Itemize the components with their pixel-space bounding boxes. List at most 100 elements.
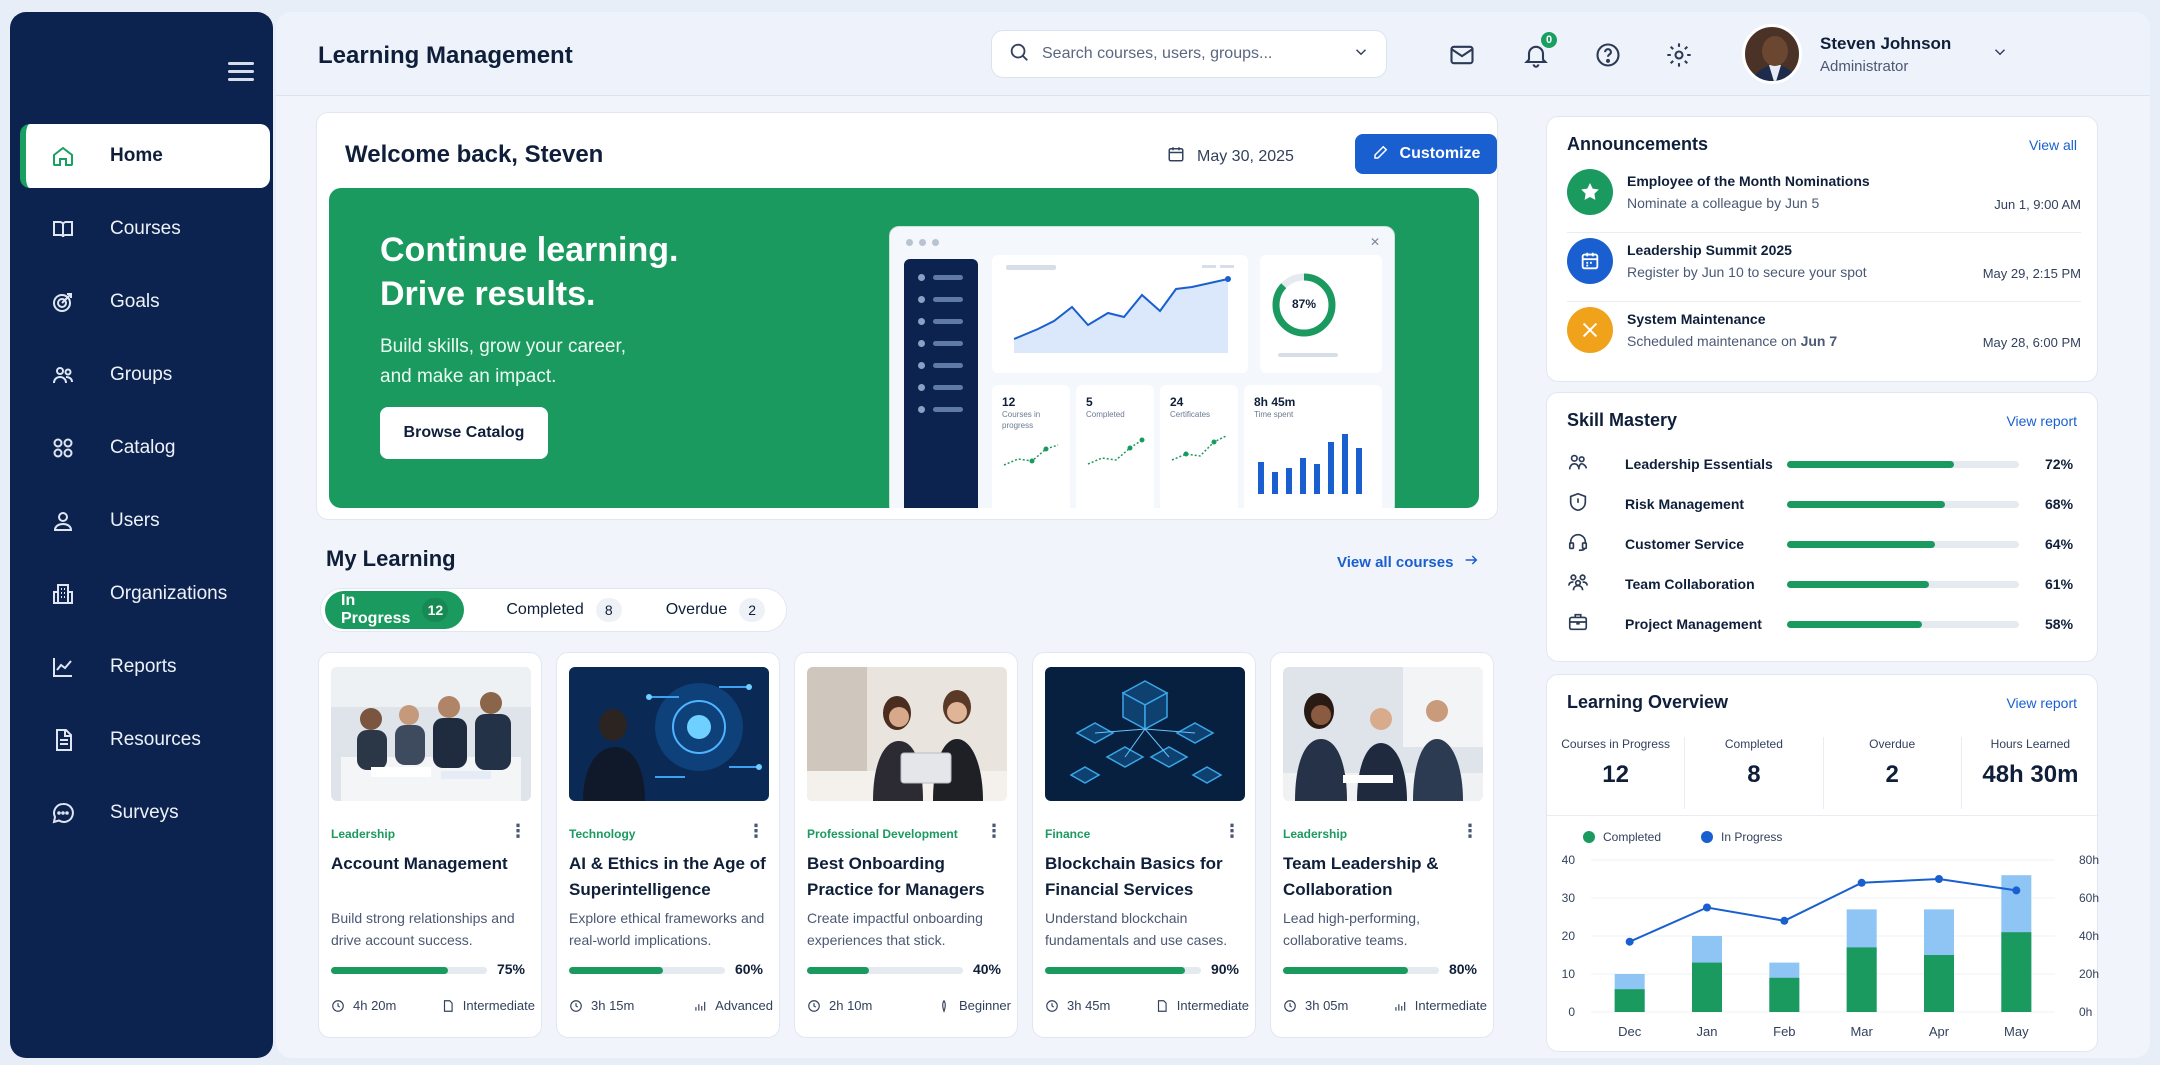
level-text: Intermediate [1176,998,1249,1013]
more-icon[interactable]: ⋮ [1461,822,1479,840]
learning-tabs: In Progress 12 Completed 8 Overdue 2 [320,588,787,632]
level: Advanced [693,998,773,1013]
mock-stat-caption: Courses in progress [1002,410,1041,430]
user-menu[interactable]: Steven Johnson Administrator [1742,24,2009,84]
skill-percent: 58% [2045,616,2074,632]
sidebar-item-reports[interactable]: Reports [20,635,270,699]
announcements-card: Announcements View all Employee of the M… [1546,116,2098,382]
skill-row: Team Collaboration 61% [1567,568,2081,600]
hero-subtitle-line: and make an impact. [380,366,557,387]
arrow-right-icon [1453,552,1479,572]
hours-point [2012,886,2021,895]
bar-completed [1614,989,1645,1012]
more-icon[interactable]: ⋮ [747,822,765,840]
skill-name: Project Management [1625,616,1762,632]
sidebar-item-label: Catalog [110,437,176,458]
tab-completed[interactable]: Completed 8 [490,591,637,629]
mock-sidebar [904,259,978,508]
hours-point [1857,878,1866,887]
sidebar-item-goals[interactable]: Goals [20,270,270,334]
skill-bar-fill [1787,540,1936,548]
skill-row: Risk Management 68% [1567,488,2081,520]
search-box[interactable] [991,30,1387,78]
announcement-subtitle: Register by Jun 10 to secure your spot [1627,264,1867,280]
stat-label: Completed [1724,737,1783,751]
course-title: Team Leadership & Collaboration [1283,854,1439,899]
course-card[interactable]: Professional Development ⋮ Best Onboardi… [794,652,1018,1038]
progress-bar [807,967,963,974]
skill-bar [1787,620,2019,628]
course-card[interactable]: Leadership ⋮ Account Management Build st… [318,652,542,1038]
shield-icon [1567,491,1593,518]
stat-label: Hours Learned [1990,737,2071,751]
sidebar-item-users[interactable]: Users [20,489,270,553]
avatar [1742,24,1802,84]
y-right-tick-label: 80h [2079,853,2099,867]
x-tick-label: Mar [1850,1024,1873,1039]
sidebar-item-catalog[interactable]: Catalog [20,416,270,480]
menu-icon[interactable] [228,62,254,82]
announcement-item[interactable]: Employee of the Month Nominations Nomina… [1567,169,2081,233]
duration: 2h 10m [807,998,872,1013]
skill-row: Leadership Essentials 72% [1567,448,2081,480]
help-icon[interactable] [1593,40,1623,70]
hero-heading-line: Continue learning. [380,231,679,269]
overview-chart-svg: 0 10 20 30 40 0h 20h 40h 60h 80h Dec Jan Feb Mar Apr Ma… [1562,853,2099,1039]
y-left-tick-label: 40 [1562,853,1576,867]
progress-percent: 40% [972,961,1001,977]
mail-icon[interactable] [1447,40,1477,70]
more-icon[interactable]: ⋮ [509,822,527,840]
tab-count: 8 [595,598,622,622]
tab-label: In Progress [341,592,411,627]
sidebar-item-label: Reports [110,656,177,677]
sidebar-item-organizations[interactable]: Organizations [20,562,270,626]
view-all-courses-link[interactable]: View all courses [1337,552,1479,572]
chat-icon [50,800,76,826]
sidebar-item-home[interactable]: Home [20,124,270,188]
stat-hours-learned: Hours Learned 48h 30m [1962,737,2099,809]
announcement-item[interactable]: Leadership Summit 2025 Register by Jun 1… [1567,238,2081,302]
chart-legend: Completed In Progress [1583,830,1822,844]
search-input[interactable] [1042,45,1352,63]
card-title: Skill Mastery [1567,410,1678,430]
stat-label: Courses in Progress [1561,737,1670,751]
announcement-item[interactable]: System Maintenance Scheduled maintenance… [1567,307,2081,371]
user-name: Steven Johnson [1820,33,1952,53]
course-card[interactable]: Technology ⋮ AI & Ethics in the Age of S… [556,652,780,1038]
course-card[interactable]: Leadership ⋮ Team Leadership & Collabora… [1270,652,1494,1038]
customize-button[interactable]: Customize [1355,134,1497,174]
calendar-icon [1167,145,1197,168]
sidebar-item-surveys[interactable]: Surveys [20,781,270,845]
tab-in-progress[interactable]: In Progress 12 [325,591,465,629]
announcement-time: May 29, 2:15 PM [1982,266,2081,281]
search-icon [1008,41,1030,68]
duration-text: 3h 45m [1067,998,1111,1013]
course-meta: 4h 20m Intermediate [331,998,535,1013]
tab-count: 2 [739,598,766,622]
gear-icon[interactable] [1664,40,1694,70]
y-right-tick-label: 20h [2079,967,2099,981]
stat-courses-in-progress: Courses in Progress 12 [1547,737,1686,809]
hero-banner: Continue learning. Drive results. Build … [329,188,1479,508]
more-icon[interactable]: ⋮ [1223,822,1241,840]
level-text: Advanced [715,998,773,1013]
sidebar-item-courses[interactable]: Courses [20,197,270,261]
progress-bar [1045,967,1201,974]
skill-mastery-card: Skill Mastery View report Leadership Ess… [1546,392,2098,662]
course-card[interactable]: Finance ⋮ Blockchain Basics for Financia… [1032,652,1256,1038]
chevron-down-icon [1991,43,2009,66]
announcement-title: System Maintenance [1627,311,1766,327]
tab-overdue[interactable]: Overdue 2 [650,591,781,629]
view-all-announcements-link[interactable]: View all [2029,137,2077,153]
more-icon[interactable]: ⋮ [985,822,1003,840]
browse-catalog-button[interactable]: Browse Catalog [380,407,548,459]
bell-icon[interactable]: 0 [1521,30,1559,70]
sidebar-item-groups[interactable]: Groups [20,343,270,407]
catalog-icon [50,435,76,461]
sidebar-item-resources[interactable]: Resources [20,708,270,772]
course-list: Leadership ⋮ Account Management Build st… [318,652,1494,1038]
view-report-link[interactable]: View report [2006,413,2077,429]
chevron-down-icon[interactable] [1352,43,1370,66]
bar-completed [1846,947,1877,1012]
view-report-link[interactable]: View report [2006,695,2077,711]
